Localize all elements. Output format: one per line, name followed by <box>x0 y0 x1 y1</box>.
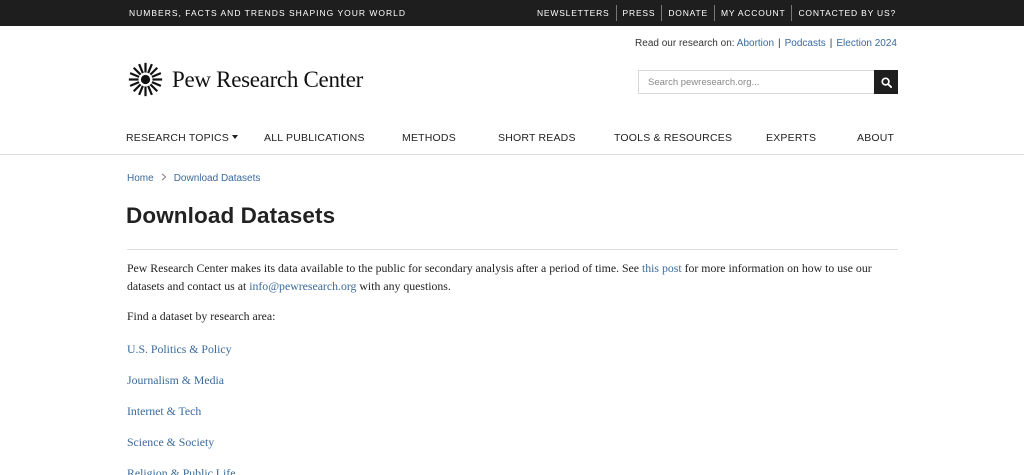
sunburst-logo-icon <box>128 62 163 97</box>
area-internet-tech-link[interactable]: Internet & Tech <box>127 404 201 418</box>
logo-text: Pew Research Center <box>172 66 364 92</box>
site-tagline: Numbers, Facts and Trends Shaping Your W… <box>129 8 406 18</box>
election-2024-link[interactable]: Election 2024 <box>836 38 897 49</box>
intro-text-3: with any questions. <box>356 278 451 293</box>
caret-down-icon <box>231 135 238 139</box>
area-politics-policy-link[interactable]: U.S. Politics & Policy <box>127 342 232 356</box>
nav-research-topics[interactable]: Research Topics <box>126 132 238 144</box>
press-link[interactable]: Press <box>615 5 662 21</box>
area-science-society-link[interactable]: Science & Society <box>127 435 214 449</box>
site-logo[interactable]: Pew Research Center <box>127 61 363 98</box>
title-divider <box>127 249 898 250</box>
nav-all-publications[interactable]: All Publications <box>264 132 365 144</box>
nav-research-topics-label: Research Topics <box>126 132 229 144</box>
area-religion-public-life-link[interactable]: Religion & Public Life <box>127 466 235 475</box>
separator: | <box>778 38 781 49</box>
page-title: Download Datasets <box>126 203 336 228</box>
list-item: Internet & Tech <box>127 402 235 433</box>
list-item: Journalism & Media <box>127 371 235 402</box>
contacted-by-us-link[interactable]: Contacted by us? <box>791 5 896 21</box>
research-area-list: U.S. Politics & Policy Journalism & Medi… <box>127 340 235 475</box>
search-form <box>638 70 898 94</box>
nav-tools-resources[interactable]: Tools & Resources <box>614 132 732 144</box>
main-navigation: Research Topics All Publications Methods… <box>0 124 1024 155</box>
this-post-link[interactable]: this post <box>642 261 682 275</box>
search-input[interactable] <box>638 70 874 94</box>
list-item: U.S. Politics & Policy <box>127 340 235 371</box>
list-item: Science & Society <box>127 433 235 464</box>
research-quicklinks: Read our research on: Abortion | Podcasts |… <box>635 38 897 49</box>
separator: | <box>829 38 833 49</box>
intro-paragraph: Pew Research Center makes its data avail… <box>127 260 898 295</box>
research-quicklinks-label: Read our research on: <box>635 38 735 49</box>
nav-methods[interactable]: Methods <box>402 132 456 144</box>
abortion-link[interactable]: Abortion <box>737 38 774 49</box>
list-item: Religion & Public Life <box>127 464 235 475</box>
newsletters-link[interactable]: Newsletters <box>531 5 616 21</box>
intro-text-1: Pew Research Center makes its data avail… <box>127 261 642 275</box>
chevron-right-icon <box>161 173 167 184</box>
nav-experts[interactable]: Experts <box>766 132 816 144</box>
donate-link[interactable]: Donate <box>661 5 714 21</box>
top-utility-bar: Numbers, Facts and Trends Shaping Your W… <box>0 0 1024 26</box>
breadcrumb-home[interactable]: Home <box>127 173 154 184</box>
breadcrumb: Home Download Datasets <box>127 173 260 184</box>
utility-links: Newsletters Press Donate My Account Cont… <box>531 0 896 26</box>
search-icon <box>880 76 892 88</box>
podcasts-link[interactable]: Podcasts <box>785 38 826 49</box>
find-dataset-label: Find a dataset by research area: <box>127 309 276 323</box>
breadcrumb-current[interactable]: Download Datasets <box>174 173 261 184</box>
nav-short-reads[interactable]: Short Reads <box>498 132 576 144</box>
nav-about[interactable]: About <box>857 132 894 144</box>
search-button[interactable] <box>874 70 898 94</box>
area-journalism-media-link[interactable]: Journalism & Media <box>127 373 224 387</box>
my-account-link[interactable]: My Account <box>713 5 792 21</box>
email-link[interactable]: info@pewresearch.org <box>249 279 356 293</box>
